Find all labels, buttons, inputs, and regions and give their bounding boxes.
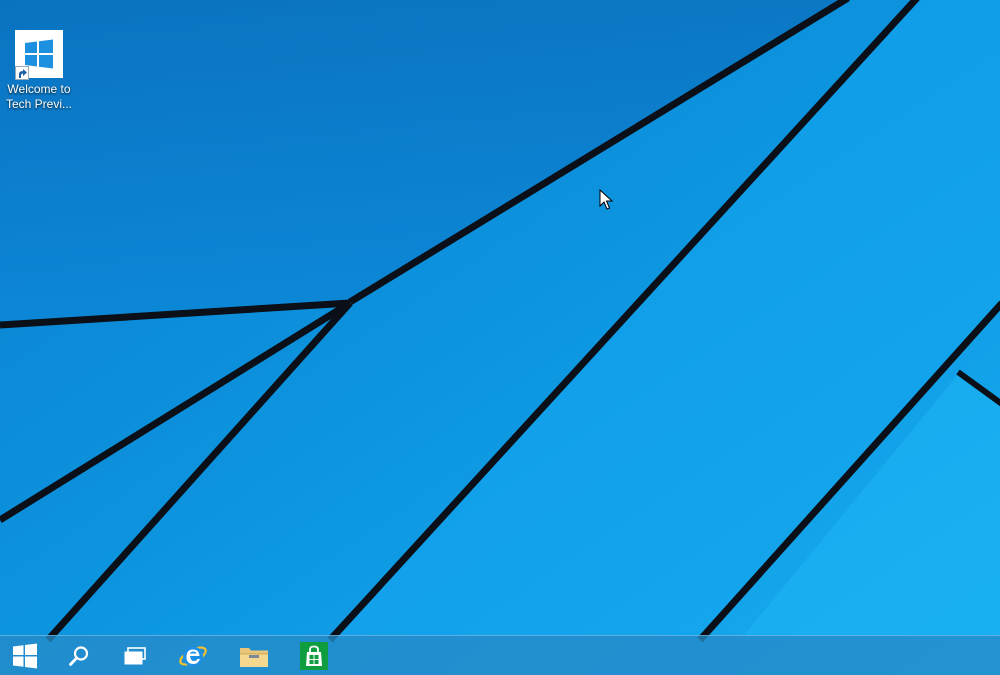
search-icon: [69, 645, 89, 666]
desktop-icon-label: Welcome to Tech Previ...: [2, 82, 76, 112]
task-view-icon: [124, 646, 146, 664]
internet-explorer-icon: [179, 645, 207, 666]
shortcut-arrow-icon: [15, 66, 29, 80]
desktop-icon-label-line2: Tech Previ...: [5, 97, 73, 111]
taskbar: [0, 635, 1000, 675]
internet-explorer-button[interactable]: [168, 636, 218, 675]
file-explorer-button[interactable]: [229, 636, 279, 675]
desktop-icon-label-line1: Welcome to: [7, 82, 71, 96]
search-button[interactable]: [54, 636, 104, 675]
store-button[interactable]: [289, 636, 339, 675]
arrow-cursor-icon: [599, 189, 613, 210]
windows-logo-icon: [13, 643, 37, 668]
folder-icon: [240, 647, 268, 667]
store-icon: [300, 641, 328, 670]
windows-logo-icon: [15, 30, 63, 80]
wallpaper: [0, 0, 1000, 675]
start-button[interactable]: [0, 636, 50, 675]
task-view-button[interactable]: [110, 636, 160, 675]
desktop-icon-welcome-tech-preview[interactable]: Welcome to Tech Previ...: [2, 30, 76, 120]
desktop[interactable]: Welcome to Tech Previ...: [0, 0, 1000, 675]
